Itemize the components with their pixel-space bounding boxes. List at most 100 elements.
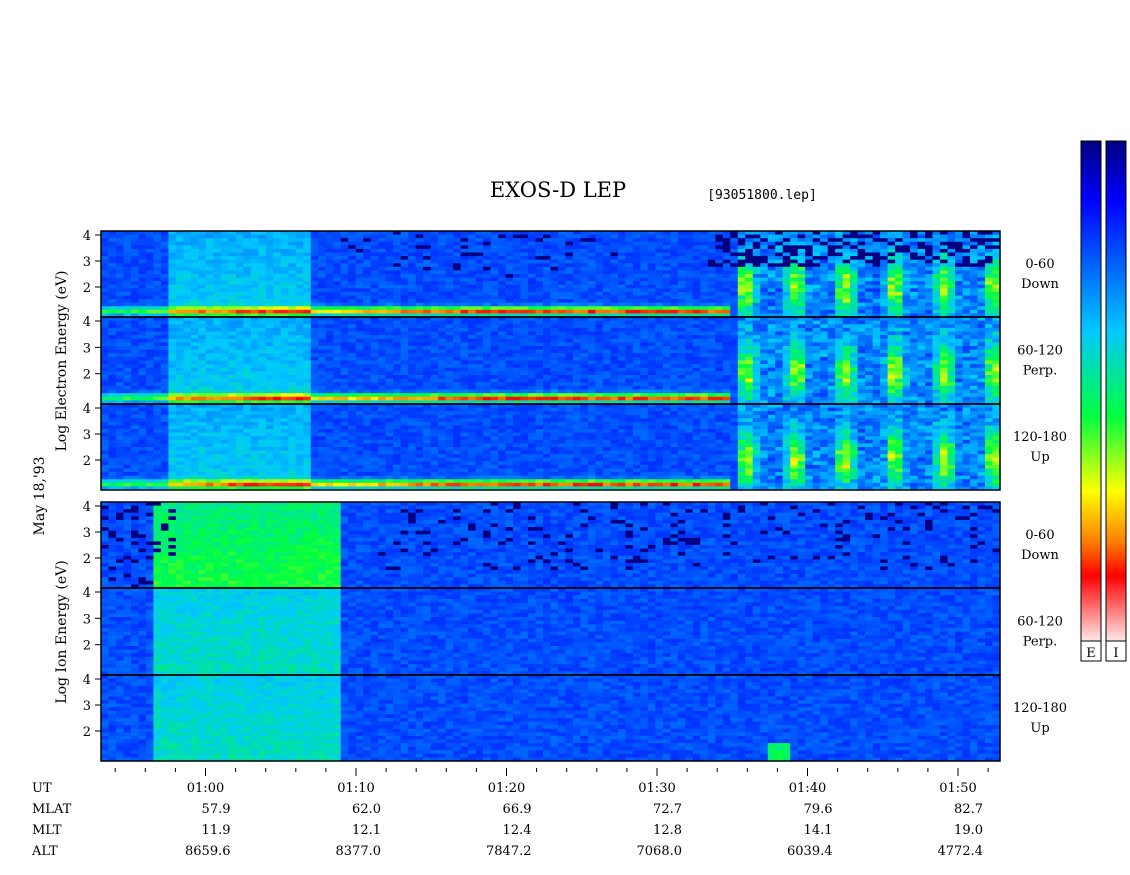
heatmap-cell (175, 338, 185, 343)
heatmap-cell (520, 281, 529, 286)
heatmap-cell (235, 367, 244, 372)
heatmap-cell (880, 266, 889, 272)
heatmap-cell (550, 252, 559, 257)
heatmap-cell (303, 288, 312, 293)
heatmap-cell (505, 284, 514, 289)
heatmap-cell (820, 291, 829, 297)
heatmap-cell (707, 266, 716, 272)
heatmap-cell (513, 375, 522, 380)
heatmap-cell (932, 302, 941, 307)
heatmap-cell (700, 248, 709, 254)
heatmap-cell (205, 299, 214, 304)
heatmap-cell (220, 238, 229, 243)
heatmap-cell (700, 288, 709, 293)
heatmap-cell (355, 396, 364, 401)
heatmap-cell (145, 245, 155, 250)
heatmap-cell (295, 291, 304, 297)
heatmap-cell (715, 367, 724, 372)
heatmap-cell (205, 245, 214, 250)
heatmap-cell (610, 252, 619, 257)
heatmap-cell (468, 320, 477, 325)
heatmap-cell (423, 288, 432, 293)
heatmap-cell (505, 252, 514, 257)
heatmap-cell (115, 291, 125, 297)
heatmap-cell (640, 349, 649, 354)
heatmap-cell (333, 277, 342, 282)
heatmap-cell (565, 335, 574, 340)
heatmap-cell (220, 288, 229, 293)
heatmap-cell (498, 256, 507, 261)
heatmap-cell (445, 291, 454, 297)
heatmap-cell (445, 382, 454, 387)
heatmap-cell (483, 245, 492, 250)
heatmap-cell (632, 353, 641, 358)
heatmap-cell (610, 338, 619, 343)
heatmap-cell (557, 349, 567, 354)
heatmap-cell (528, 360, 537, 365)
heatmap-cell (543, 335, 552, 340)
heatmap-cell (505, 306, 514, 311)
heatmap-cell (775, 281, 784, 286)
heatmap-cell (175, 277, 185, 282)
heatmap-cell (393, 393, 402, 398)
heatmap-cell (880, 291, 889, 297)
heatmap-cell (700, 346, 709, 351)
heatmap-cell (782, 274, 791, 279)
heatmap-cell (475, 238, 484, 243)
heatmap-cell (295, 306, 304, 311)
heatmap-cell (101, 385, 110, 391)
heatmap-cell (288, 382, 297, 387)
heatmap-cell (557, 331, 567, 336)
heatmap-cell (423, 302, 432, 307)
heatmap-cell (498, 306, 507, 311)
heatmap-cell (460, 248, 469, 254)
heatmap-cell (310, 385, 319, 391)
heatmap-cell (970, 241, 979, 246)
heatmap-cell (145, 382, 155, 387)
heatmap-cell (820, 248, 829, 254)
heatmap-cell (250, 364, 259, 369)
heatmap-cell (318, 277, 327, 282)
heatmap-cell (857, 270, 866, 275)
heatmap-cell (333, 299, 342, 304)
heatmap-cell (895, 234, 904, 239)
heatmap-cell (295, 252, 304, 257)
heatmap-cell (385, 349, 394, 354)
heatmap-cell (453, 342, 462, 347)
heatmap-cell (408, 320, 417, 325)
heatmap-cell (400, 234, 409, 239)
heatmap-cell (940, 256, 949, 261)
heatmap-cell (737, 335, 746, 340)
heatmap-cell (138, 288, 147, 293)
heatmap-cell (318, 256, 327, 261)
heatmap-cell (213, 238, 222, 243)
heatmap-cell (647, 256, 656, 261)
heatmap-cell (355, 375, 364, 380)
heatmap-cell (715, 291, 724, 297)
heatmap-cell (355, 245, 364, 250)
heatmap-cell (707, 306, 716, 311)
heatmap-cell (183, 259, 192, 264)
heatmap-cell (265, 277, 274, 282)
heatmap-cell (108, 248, 117, 254)
heatmap-cell (925, 245, 934, 250)
heatmap-cell (505, 324, 514, 329)
heatmap-cell (415, 342, 424, 347)
heatmap-cell (468, 248, 477, 254)
heatmap-cell (430, 338, 439, 343)
heatmap-cell (333, 320, 342, 325)
heatmap-cell (175, 295, 185, 300)
heatmap-cell (228, 263, 237, 268)
heatmap-cell (415, 256, 424, 261)
heatmap-cell (220, 248, 229, 254)
heatmap-cell (700, 234, 709, 239)
heatmap-cell (430, 342, 439, 347)
heatmap-cell (587, 364, 597, 369)
heatmap-cell (385, 256, 394, 261)
heatmap-cell (228, 288, 237, 293)
heatmap-cell (453, 270, 462, 275)
heatmap-cell (692, 324, 701, 329)
heatmap-cell (872, 270, 881, 275)
heatmap-cell (445, 241, 454, 246)
heatmap-cell (985, 270, 994, 275)
